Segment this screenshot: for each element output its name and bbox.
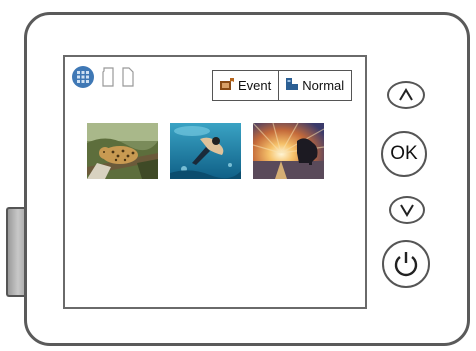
thumbnail-leopard[interactable] [87, 123, 158, 179]
down-button[interactable] [389, 196, 425, 224]
thumbnail-underwater[interactable] [170, 123, 241, 179]
sd-card-icon [101, 66, 115, 92]
ok-button[interactable]: OK [381, 131, 427, 177]
power-icon [391, 249, 421, 279]
thumbnail-grid [87, 123, 324, 179]
tab-event-label: Event [238, 78, 272, 93]
status-bar [71, 65, 135, 94]
normal-folder-icon [285, 77, 299, 94]
tab-normal-label: Normal [302, 78, 345, 93]
chevron-down-icon [399, 203, 415, 217]
event-folder-icon [219, 77, 235, 94]
side-port-cover [6, 207, 26, 297]
thumbnail-sunset[interactable] [253, 123, 324, 179]
folder-tabs: Event Normal [212, 70, 353, 101]
power-button[interactable] [382, 240, 430, 288]
grid-view-icon[interactable] [71, 65, 95, 94]
sd-card-icon [121, 66, 135, 92]
up-button[interactable] [387, 81, 425, 109]
lcd-screen: Event Normal [63, 55, 367, 309]
ok-button-label: OK [390, 143, 418, 164]
tab-event[interactable]: Event [212, 70, 280, 101]
chevron-up-icon [398, 88, 414, 102]
tab-normal[interactable]: Normal [279, 70, 353, 101]
device-mockup: Event Normal OK [0, 0, 476, 351]
